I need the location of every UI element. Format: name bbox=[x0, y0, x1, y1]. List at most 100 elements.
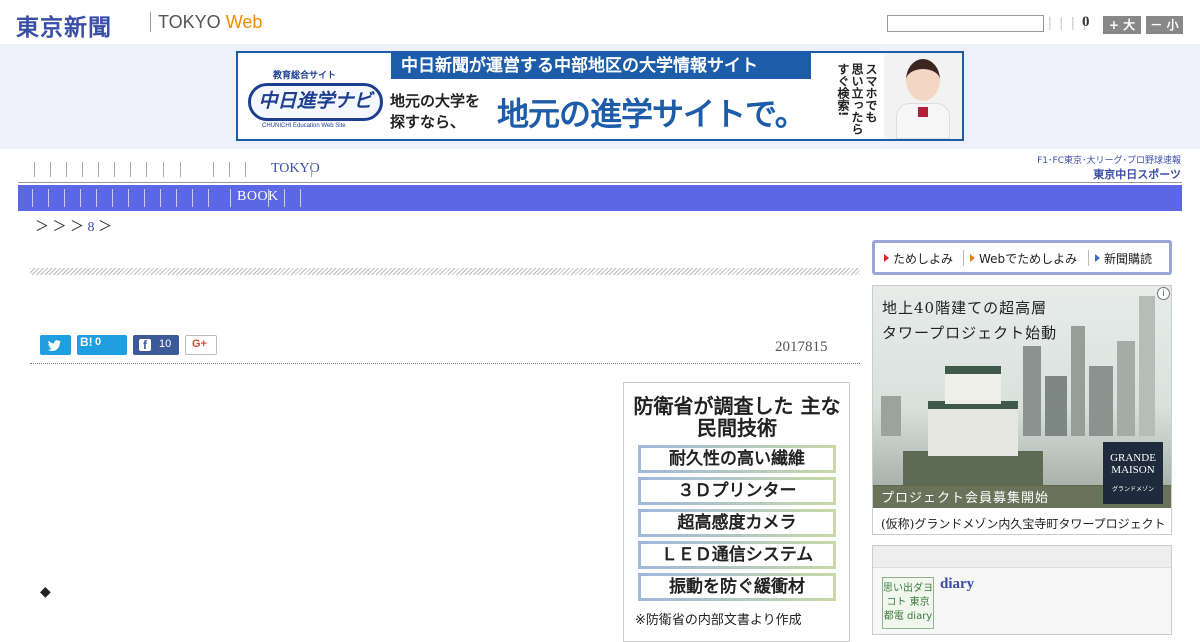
article-title-rule bbox=[30, 268, 860, 275]
figure-item: 超高感度カメラ bbox=[638, 509, 836, 537]
category-divider bbox=[48, 189, 49, 207]
banner-vertical-text: スマホでも 思い立ったら すぐ検索! bbox=[836, 63, 878, 135]
nav-divider bbox=[98, 162, 99, 177]
subscribe-link[interactable]: 新聞購読 bbox=[1104, 250, 1152, 267]
breadcrumb-prefix[interactable]: ＞ ＞ ＞ bbox=[35, 220, 84, 235]
site-logo[interactable]: 東京新聞 bbox=[16, 8, 112, 42]
banner-model-image bbox=[884, 53, 962, 139]
google-plus-button[interactable]: G+ bbox=[185, 335, 217, 355]
breadcrumb-link[interactable]: 8 bbox=[88, 220, 95, 235]
font-larger-button[interactable]: + 大 bbox=[1103, 16, 1141, 34]
figure-item-label: 振動を防ぐ緩衝材 bbox=[641, 576, 833, 598]
article-figure[interactable]: 防衛省が調査した 主な民間技術 耐久性の高い繊維 ３Ｄプリンター 超高感度カメラ… bbox=[623, 382, 850, 642]
facebook-icon: f bbox=[139, 338, 151, 352]
ad-building bbox=[1023, 346, 1041, 436]
figure-item: ＬＥＤ通信システム bbox=[638, 541, 836, 569]
facebook-count: 10 bbox=[159, 338, 172, 350]
figure-note: ※防衛省の内部文書より作成 bbox=[635, 613, 802, 628]
trial-read-link[interactable]: ためしよみ bbox=[893, 250, 953, 267]
web-trial-read-link[interactable]: Webでためしよみ bbox=[979, 250, 1077, 267]
ad-building bbox=[1045, 376, 1067, 436]
font-smaller-button[interactable]: － 小 bbox=[1146, 16, 1183, 34]
ad-headline-1: 地上40階建ての超高層 bbox=[882, 299, 1048, 317]
category-divider bbox=[192, 189, 193, 207]
nav-item-tokyo[interactable]: TOKYO bbox=[271, 161, 320, 177]
google-plus-icon: G+ bbox=[192, 338, 207, 350]
figure-item-label: ３Ｄプリンター bbox=[641, 480, 833, 502]
category-divider bbox=[208, 189, 209, 207]
breadcrumb: ＞ ＞ ＞ 8 ＞ bbox=[35, 216, 112, 236]
triangle-right-icon bbox=[884, 254, 889, 262]
sidebar-ad[interactable]: 地上40階建ての超高層 タワープロジェクト始動 i プロジェクト会員募集開始 G… bbox=[872, 285, 1172, 535]
ad-castle-top bbox=[945, 366, 1001, 404]
link-divider bbox=[963, 250, 964, 266]
nav-divider bbox=[245, 162, 246, 177]
figure-item-label: ＬＥＤ通信システム bbox=[641, 544, 833, 566]
category-divider bbox=[64, 189, 65, 207]
banner-logo-tag: 教育総合サイト bbox=[273, 71, 337, 81]
category-divider bbox=[230, 189, 231, 207]
category-divider bbox=[284, 189, 285, 207]
figure-item-label: 超高感度カメラ bbox=[641, 512, 833, 534]
nav-divider bbox=[66, 162, 67, 177]
ad-building bbox=[1089, 366, 1113, 436]
nav-divider bbox=[180, 162, 181, 177]
nav-divider bbox=[163, 162, 164, 177]
subscription-links: ためしよみ Webでためしよみ 新聞購読 bbox=[872, 240, 1172, 275]
ad-info-icon[interactable]: i bbox=[1157, 287, 1170, 300]
banner-logo: 教育総合サイト 中日進学ナビ CHUNICHI Education Web Si… bbox=[238, 53, 388, 139]
nav-divider bbox=[34, 162, 35, 177]
category-divider bbox=[32, 189, 33, 207]
category-divider bbox=[128, 189, 129, 207]
ad-building bbox=[881, 396, 901, 436]
category-divider bbox=[176, 189, 177, 207]
breadcrumb-suffix: ＞ bbox=[98, 220, 112, 235]
hatena-bookmark-button[interactable]: B! 0 bbox=[77, 335, 127, 355]
search-input[interactable] bbox=[887, 15, 1044, 32]
hatena-count: 0 bbox=[95, 336, 102, 348]
model-face bbox=[906, 59, 940, 101]
twitter-icon bbox=[47, 340, 62, 351]
ad-bottom-text: プロジェクト会員募集開始 bbox=[881, 491, 1050, 506]
diary-header bbox=[873, 546, 1171, 568]
category-divider bbox=[144, 189, 145, 207]
model-ribbon bbox=[918, 107, 928, 117]
nav-divider bbox=[114, 162, 115, 177]
nav-divider bbox=[130, 162, 131, 177]
logo-divider bbox=[150, 12, 151, 32]
tokyo-web-logo[interactable]: TOKYO Web bbox=[158, 12, 262, 33]
logo-web-text: Web bbox=[225, 12, 263, 32]
logo-tokyo-text: TOKYO bbox=[158, 12, 221, 32]
category-book[interactable]: BOOK bbox=[237, 189, 279, 205]
article-date-rule bbox=[30, 363, 860, 364]
nav-divider bbox=[229, 162, 230, 177]
article-bullet: ◆ bbox=[40, 585, 51, 600]
nav-divider bbox=[146, 162, 147, 177]
banner-big-text: 地元の進学サイトで。 bbox=[497, 95, 807, 133]
twitter-share-button[interactable] bbox=[40, 335, 71, 355]
link-divider bbox=[1088, 250, 1089, 266]
main-nav: TOKYO bbox=[18, 160, 1018, 180]
ad-banner[interactable]: 教育総合サイト 中日進学ナビ CHUNICHI Education Web Si… bbox=[236, 51, 964, 141]
category-divider bbox=[80, 189, 81, 207]
facebook-share-button[interactable]: f 10 bbox=[133, 335, 179, 355]
sports-news-link[interactable]: F1･FC東京･大リーグ･プロ野球速報 bbox=[1026, 153, 1181, 166]
figure-item-label: 耐久性の高い繊維 bbox=[641, 448, 833, 470]
category-divider bbox=[112, 189, 113, 207]
category-divider bbox=[96, 189, 97, 207]
category-divider bbox=[160, 189, 161, 207]
nav-underline bbox=[18, 182, 1182, 183]
chunichi-sports-logo[interactable]: 東京中日スポーツ bbox=[1050, 166, 1181, 182]
figure-item: 耐久性の高い繊維 bbox=[638, 445, 836, 473]
category-bar: BOOK bbox=[18, 185, 1182, 211]
fontsize-value: 0 bbox=[1082, 14, 1090, 30]
diary-title-link[interactable]: diary bbox=[940, 576, 974, 593]
banner-headline: 中日新聞が運営する中部地区の大学情報サイト bbox=[391, 53, 811, 79]
banner-small-text: 地元の大学を 探すなら、 bbox=[390, 92, 481, 131]
ad-logo-main: GRANDE MAISON bbox=[1110, 452, 1156, 476]
nav-divider bbox=[50, 162, 51, 177]
site-header: 東京新聞 TOKYO Web | | | | 0 + 大 － 小 bbox=[0, 0, 1200, 44]
category-divider bbox=[300, 189, 301, 207]
hatena-label: B! bbox=[80, 335, 93, 349]
diary-thumbnail[interactable]: 思い出ダヨコト 東京都電 diary bbox=[882, 577, 934, 629]
